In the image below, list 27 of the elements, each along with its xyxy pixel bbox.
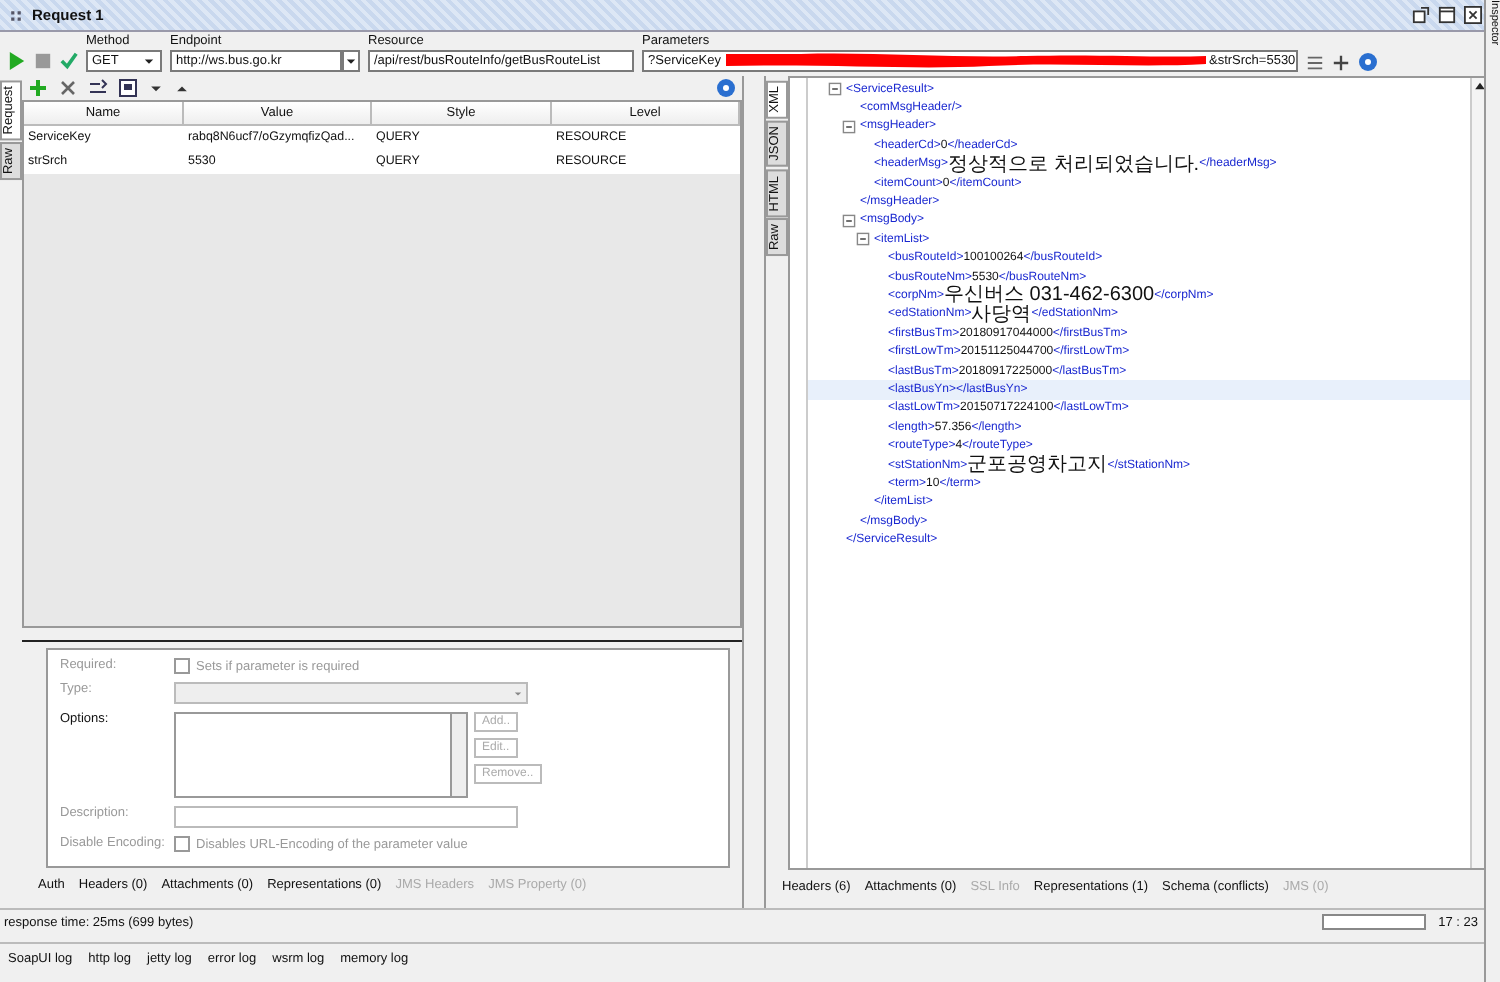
move-icon[interactable] <box>88 78 108 98</box>
dropdown-caret-icon <box>142 54 156 68</box>
check-icon[interactable] <box>60 50 78 72</box>
help-icon[interactable] <box>1358 52 1378 72</box>
stop-icon[interactable] <box>34 50 52 72</box>
delete-icon[interactable] <box>58 78 78 98</box>
close-icon[interactable] <box>1464 6 1482 24</box>
play-icon[interactable] <box>8 50 26 72</box>
endpoint-dropdown-button[interactable] <box>342 50 360 72</box>
grip-icon <box>8 7 24 23</box>
collapse-icon[interactable] <box>828 82 842 97</box>
scroll-up-icon[interactable] <box>1472 78 1488 94</box>
detach-icon[interactable] <box>1412 6 1430 24</box>
xml-value: 사당역 <box>971 305 1032 324</box>
window-icon[interactable] <box>118 78 138 98</box>
collapse-icon[interactable] <box>842 119 856 134</box>
xml-value: 정상적으로 처리되었습니다. <box>948 155 1200 174</box>
help-icon[interactable] <box>716 78 736 98</box>
collapse-icon[interactable] <box>856 232 870 247</box>
options-list[interactable] <box>174 712 468 798</box>
dropdown-caret-icon <box>344 54 358 68</box>
xml-value: 군포공영차고지 <box>967 456 1108 474</box>
add-icon[interactable] <box>1332 54 1350 72</box>
collapse-icon[interactable] <box>842 213 856 228</box>
xml-value: 우신버스 031-462-6300 <box>944 286 1155 305</box>
maximize-icon[interactable] <box>1438 6 1456 24</box>
list-icon[interactable] <box>1306 54 1324 72</box>
